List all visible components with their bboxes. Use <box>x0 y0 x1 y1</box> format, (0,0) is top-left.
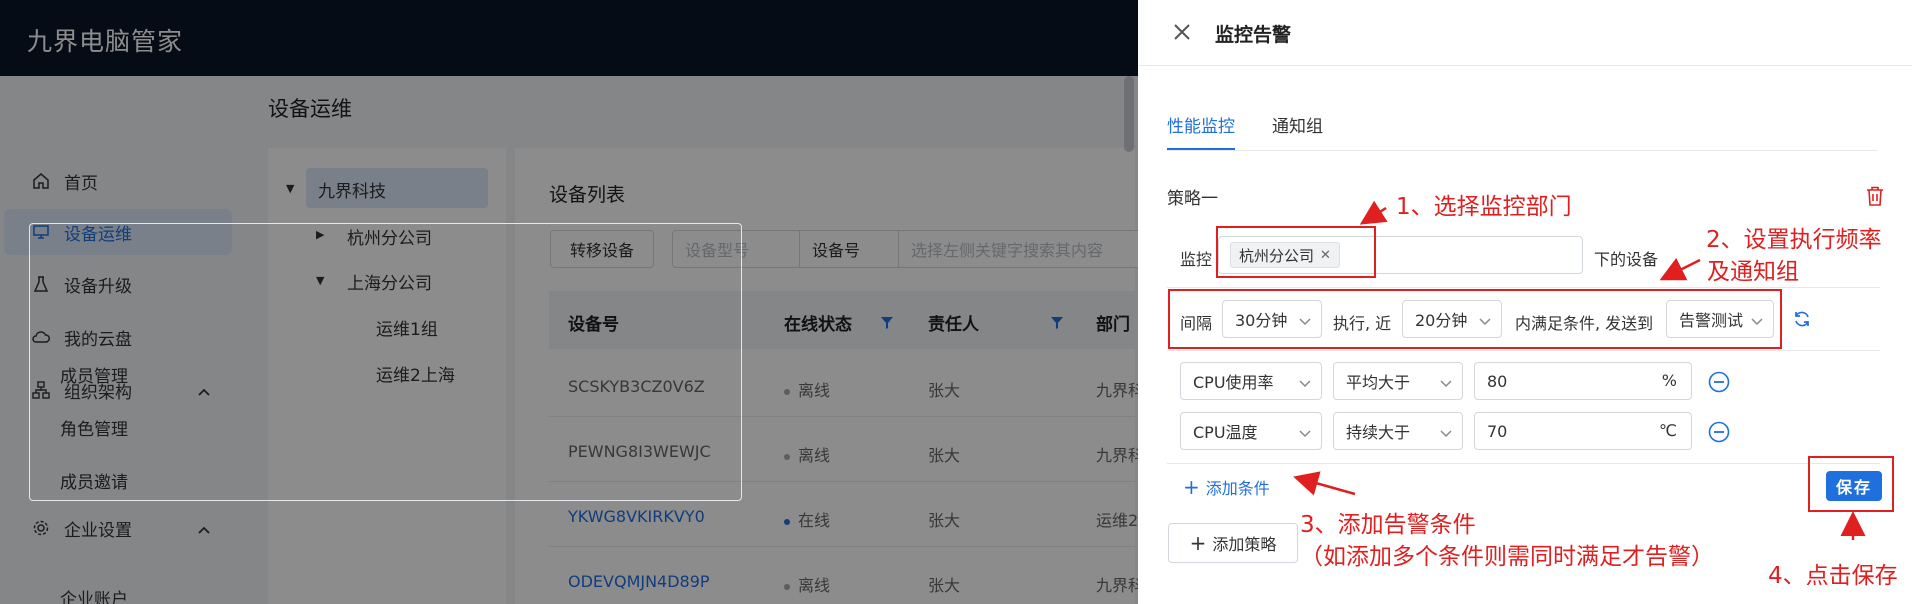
refresh-icon[interactable] <box>1792 309 1812 333</box>
drawer-title: 监控告警 <box>1215 24 1292 46</box>
annotation-step4: 4、点击保存 <box>1768 563 1898 589</box>
chevron-down-icon <box>1299 423 1311 442</box>
annotation-box-department <box>1216 226 1376 278</box>
device-suffix-label: 下的设备 <box>1594 250 1659 269</box>
unit-label: % <box>1661 371 1677 390</box>
annotation-box-save <box>1808 456 1894 512</box>
drawer-header: 监控告警 <box>1138 0 1912 66</box>
card-divider <box>1167 350 1880 351</box>
annotation-step1: 1、选择监控部门 <box>1396 194 1572 220</box>
tab-divider <box>1167 150 1878 151</box>
unit-label: ℃ <box>1659 421 1677 440</box>
operator-select[interactable]: 持续大于 <box>1333 412 1463 450</box>
close-icon[interactable] <box>1170 20 1194 44</box>
trash-icon[interactable] <box>1866 186 1884 210</box>
threshold-input[interactable]: 80 % <box>1474 362 1692 400</box>
annotation-step2-line2: 及通知组 <box>1707 259 1799 285</box>
monitor-label: 监控 <box>1180 250 1213 269</box>
tab-performance[interactable]: 性能监控 <box>1167 112 1235 137</box>
threshold-input[interactable]: 70 ℃ <box>1474 412 1692 450</box>
chevron-down-icon <box>1440 373 1452 392</box>
strategy-card <box>29 223 742 501</box>
annotation-step3-line2: （如添加多个条件则需同时满足才告警） <box>1300 544 1714 570</box>
chevron-down-icon <box>1440 423 1452 442</box>
card-divider <box>1167 463 1880 464</box>
plus-icon: + <box>1183 475 1200 499</box>
add-strategy-button[interactable]: + 添加策略 <box>1168 523 1298 563</box>
operator-select[interactable]: 平均大于 <box>1333 362 1463 400</box>
chevron-down-icon <box>1299 373 1311 392</box>
strategy-name: 策略一 <box>1167 189 1218 209</box>
add-condition-button[interactable]: + 添加条件 <box>1183 475 1270 499</box>
metric-select[interactable]: CPU温度 <box>1180 412 1322 450</box>
card-divider <box>1167 287 1880 288</box>
remove-condition-icon[interactable] <box>1708 421 1730 443</box>
tab-notify-group[interactable]: 通知组 <box>1272 112 1323 137</box>
plus-icon: + <box>1189 531 1207 555</box>
metric-select[interactable]: CPU使用率 <box>1180 362 1322 400</box>
annotation-box-interval <box>1168 289 1782 349</box>
annotation-step3-line1: 3、添加告警条件 <box>1300 512 1476 538</box>
remove-condition-icon[interactable] <box>1708 371 1730 393</box>
annotation-step2-line1: 2、设置执行频率 <box>1706 227 1882 253</box>
